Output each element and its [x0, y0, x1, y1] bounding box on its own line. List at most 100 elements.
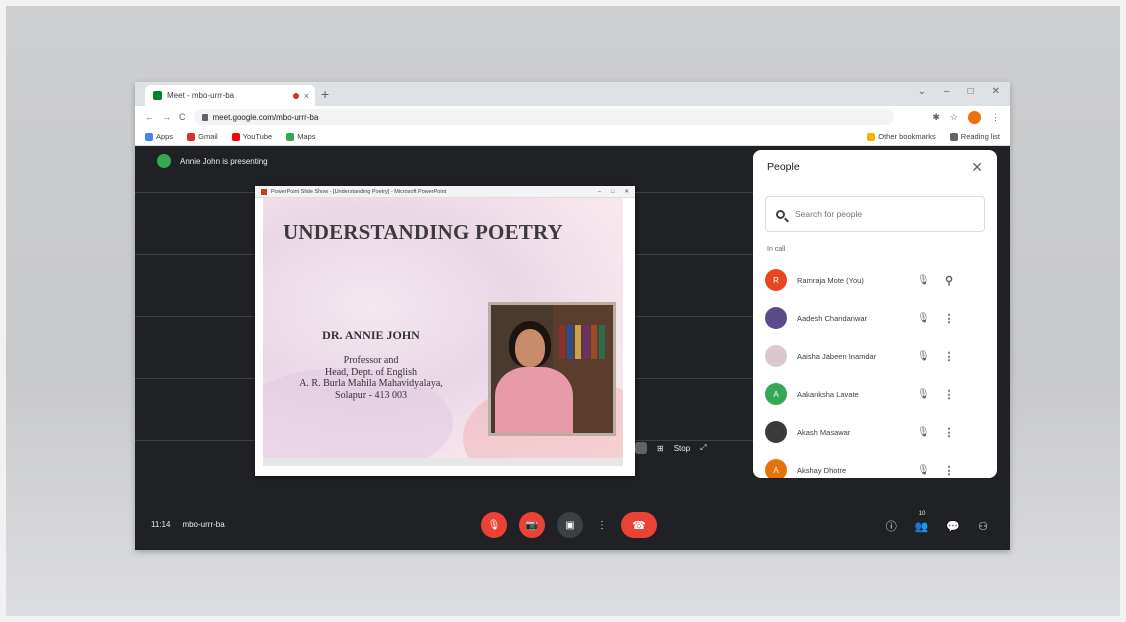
more-icon[interactable]: ⋮ [943, 350, 955, 363]
bookmark-other[interactable]: Other bookmarks [867, 132, 936, 141]
bookmark-gmail[interactable]: Gmail [187, 132, 218, 141]
participant-row[interactable]: R Ramraja Mote (You) 🎙 ⚲ [753, 261, 997, 299]
forward-icon[interactable]: → [162, 112, 171, 122]
window-close-button[interactable]: ✕ [992, 86, 1000, 97]
pin-icon[interactable]: ⚲ [943, 274, 955, 287]
star-icon[interactable]: ☆ [950, 112, 958, 123]
layout-icon[interactable] [635, 442, 647, 454]
apps-icon [145, 132, 153, 141]
recording-indicator-icon [292, 92, 299, 99]
participant-name: Aakanksha Lavate [797, 389, 859, 399]
shared-screen-tile[interactable]: PowerPoint Slide Show - [Understanding P… [255, 186, 635, 476]
close-icon[interactable]: ✕ [971, 159, 983, 176]
end-call-button[interactable]: ☎ [621, 512, 657, 538]
avatar [765, 345, 787, 367]
tab-close-icon[interactable]: × [304, 91, 309, 101]
participant-row[interactable]: Aaisha Jabeen Inamdar 🎙 ⋮ [753, 337, 997, 375]
meet-favicon-icon [153, 91, 162, 100]
participant-name: Akash Masawar [797, 427, 851, 437]
reload-icon[interactable]: C [179, 112, 186, 122]
panel-title: People [767, 161, 800, 173]
more-icon[interactable]: ⋮ [943, 426, 955, 439]
window-controls: ⌄ – □ ✕ [918, 86, 1000, 97]
meet-bottom-bar: 11:14 mbo-urrr-ba 🎙 📷 ▣ ⋮ ☎ ⓘ 10 👥 💬 ⚇ [135, 502, 1010, 550]
mic-off-icon[interactable]: 🎙 [917, 389, 930, 400]
people-list: R Ramraja Mote (You) 🎙 ⚲ Aadesh Chandanwar 🎙 ⋮… [753, 261, 997, 478]
stop-presenting-button[interactable]: Stop [674, 444, 690, 453]
gmail-icon [187, 132, 196, 141]
participant-row[interactable]: Akash Masawar 🎙 ⋮ [753, 413, 997, 451]
bookmark-youtube[interactable]: YouTube [231, 132, 273, 141]
bookmark-label: Apps [156, 132, 174, 141]
search-icon [776, 209, 785, 219]
presentation-slide: UNDERSTANDING POETRY DR. ANNIE JOHN Prof… [263, 198, 623, 466]
browser-tab-meet[interactable]: Meet - mbo-urrr-ba × [145, 85, 315, 106]
more-icon[interactable]: ⋮ [943, 464, 955, 477]
present-button[interactable]: ▣ [557, 512, 583, 538]
slide-maximize-button: □ [611, 188, 615, 195]
minimize-button[interactable]: – [944, 86, 950, 97]
avatar: R [765, 269, 787, 291]
maximize-button[interactable]: □ [968, 86, 974, 97]
camera-off-button[interactable]: 📷 [519, 512, 545, 538]
reading-list-icon [949, 132, 958, 141]
toolbar-right: ✱ ☆ ⋮ [932, 110, 1000, 124]
browser-toolbar: ← → C meet.google.com/mbo-urrr-ba ✱ ☆ ⋮ [135, 106, 1010, 128]
mic-off-icon[interactable]: 🎙 [917, 427, 930, 438]
bookmark-label: Gmail [198, 132, 218, 141]
bookmarks-right: Other bookmarks Reading list [867, 132, 1000, 141]
meeting-details-icon[interactable]: ⓘ [886, 518, 897, 534]
folder-icon [867, 132, 876, 141]
author-block: DR. ANNIE JOHN Professor and Head, Dept.… [271, 328, 471, 401]
tab-search-icon[interactable]: ⌄ [918, 86, 926, 97]
people-search-box[interactable] [765, 196, 985, 232]
bookmark-label: Other bookmarks [878, 132, 936, 141]
bookmark-reading-list[interactable]: Reading list [949, 132, 1000, 141]
profile-avatar[interactable] [968, 110, 981, 124]
slide-window-titlebar: PowerPoint Slide Show - [Understanding P… [255, 186, 635, 198]
people-button[interactable]: 10 👥 [914, 511, 929, 533]
more-options-button[interactable]: ⋮ [595, 512, 609, 538]
url-text: meet.google.com/mbo-urrr-ba [212, 112, 319, 122]
author-line: Head, Dept. of English [325, 366, 417, 378]
participant-name: Ramraja Mote (You) [797, 275, 864, 285]
chrome-menu-icon[interactable]: ⋮ [991, 112, 1000, 123]
avatar [765, 421, 787, 443]
youtube-icon [231, 132, 240, 141]
back-icon[interactable]: ← [145, 112, 154, 122]
bookmark-maps[interactable]: Maps [286, 132, 316, 141]
participant-name: Aadesh Chandanwar [797, 313, 868, 323]
tile-controls: ⊞ Stop ⤢ [635, 442, 707, 454]
expand-icon[interactable]: ⤢ [700, 443, 706, 453]
mic-off-button[interactable]: 🎙 [481, 512, 507, 538]
tab-title: Meet - mbo-urrr-ba [167, 91, 235, 100]
mic-off-icon[interactable]: 🎙 [917, 351, 930, 362]
slide-title: UNDERSTANDING POETRY [283, 220, 563, 244]
mic-off-icon[interactable]: 🎙 [917, 465, 930, 476]
participant-row[interactable]: A Aakanksha Lavate 🎙 ⋮ [753, 375, 997, 413]
participant-row[interactable]: Aadesh Chandanwar 🎙 ⋮ [753, 299, 997, 337]
bookmark-apps[interactable]: Apps [145, 132, 173, 141]
caption-icon[interactable]: ⊞ [657, 444, 664, 453]
avatar: A [765, 383, 787, 405]
address-bar[interactable]: meet.google.com/mbo-urrr-ba [193, 109, 894, 125]
book [583, 325, 589, 359]
author-line: Solapur - 413 003 [335, 389, 407, 401]
presenting-text: Annie John is presenting [180, 156, 268, 166]
activities-icon[interactable]: ⚇ [978, 520, 988, 533]
people-icon: 👥 [914, 520, 929, 533]
slide-window-controls: – □ ✕ [598, 189, 629, 195]
participant-name: Aaisha Jabeen Inamdar [797, 351, 877, 361]
new-tab-button[interactable]: + [321, 86, 329, 102]
call-controls: 🎙 📷 ▣ ⋮ ☎ [481, 512, 657, 538]
chat-icon[interactable]: 💬 [946, 520, 960, 533]
bookmark-label: YouTube [242, 132, 273, 141]
mic-off-icon[interactable]: 🎙 [917, 313, 930, 324]
mic-off-icon[interactable]: 🎙 [917, 275, 930, 286]
person-saree [495, 367, 573, 433]
search-input[interactable] [795, 209, 965, 219]
extension-icon[interactable]: ✱ [932, 112, 940, 123]
participant-row[interactable]: A Akshay Dhotre 🎙 ⋮ [753, 451, 997, 478]
more-icon[interactable]: ⋮ [943, 388, 955, 401]
more-icon[interactable]: ⋮ [943, 312, 955, 325]
